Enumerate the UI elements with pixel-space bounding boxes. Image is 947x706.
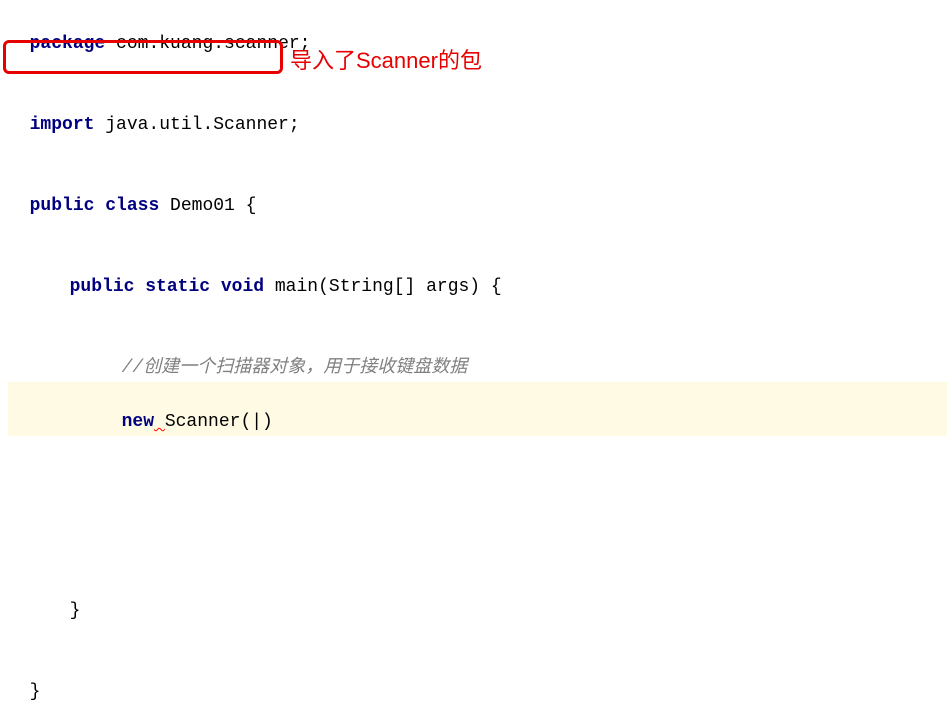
code-text (210, 277, 221, 297)
keyword-class: class (105, 196, 159, 216)
code-line-blank[interactable] (8, 517, 947, 544)
code-line-blank[interactable] (8, 463, 947, 490)
code-text: } (30, 682, 41, 702)
keyword-public: public (30, 196, 95, 216)
code-line-3[interactable]: import java.util.Scanner; (8, 85, 947, 139)
code-text: } (70, 601, 81, 621)
code-line-5[interactable]: public class Demo01 { (8, 166, 947, 220)
code-line-blank[interactable] (8, 490, 947, 517)
code-text: Demo01 { (159, 196, 256, 216)
code-line-10-current[interactable]: new Scanner(|) (8, 382, 947, 436)
code-text (134, 277, 145, 297)
code-line-close-method[interactable]: } (8, 571, 947, 625)
code-line-blank[interactable] (8, 220, 947, 247)
keyword-void: void (221, 277, 264, 297)
code-line-blank[interactable] (8, 139, 947, 166)
code-line-9[interactable]: //创建一个扫描器对象，用于接收键盘数据 (8, 328, 947, 382)
keyword-public: public (70, 277, 135, 297)
code-line-blank[interactable] (8, 301, 947, 328)
code-line-7[interactable]: public static void main(String[] args) { (8, 247, 947, 301)
code-text (94, 196, 105, 216)
code-text: com.kuang.scanner; (105, 34, 310, 54)
annotation-text: 导入了Scanner的包 (290, 44, 482, 77)
error-squiggle (154, 412, 165, 432)
code-text: java.util.Scanner; (94, 115, 299, 135)
keyword-new: new (122, 412, 154, 432)
code-text: Scanner(|) (165, 412, 273, 432)
code-line-blank[interactable] (8, 544, 947, 571)
keyword-static: static (145, 277, 210, 297)
code-text: main(String[] args) { (264, 277, 502, 297)
code-line-blank[interactable] (8, 436, 947, 463)
keyword-package: package (30, 34, 106, 54)
code-line-blank[interactable] (8, 625, 947, 652)
comment: //创建一个扫描器对象，用于接收键盘数据 (122, 358, 468, 378)
keyword-import: import (30, 115, 95, 135)
code-line-close-class[interactable]: } (8, 652, 947, 706)
